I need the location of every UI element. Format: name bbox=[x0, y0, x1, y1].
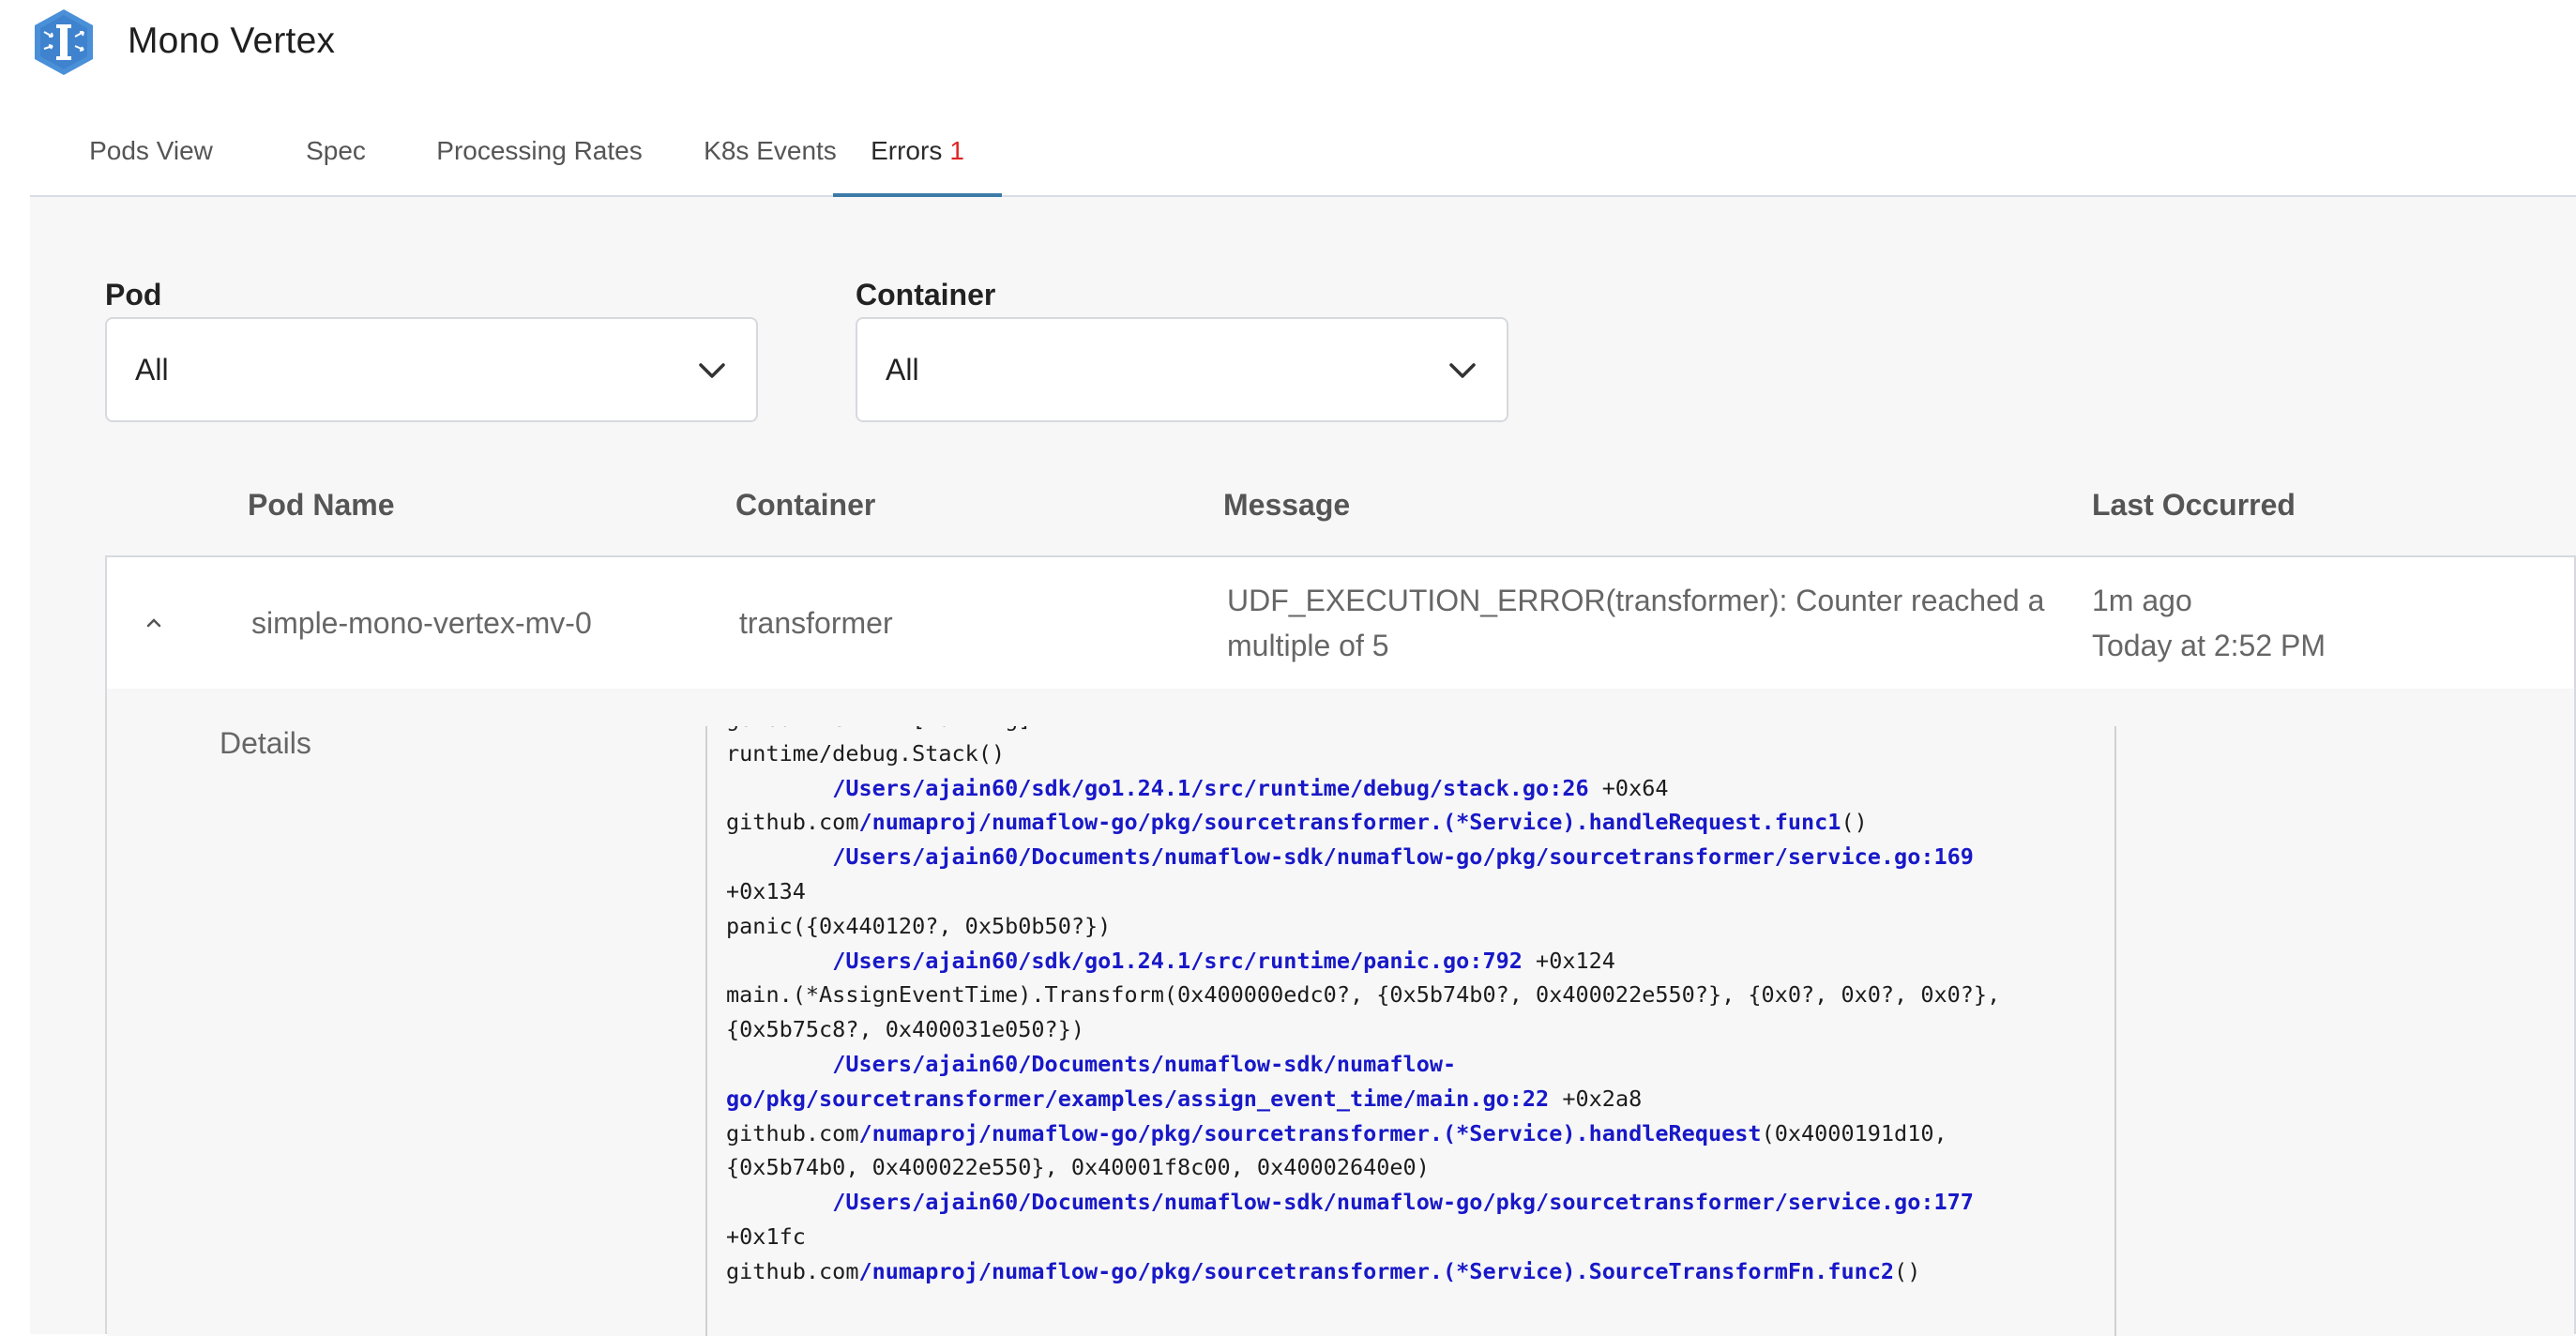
details-label: Details bbox=[220, 726, 311, 760]
column-header-last-occurred[interactable]: Last Occurred bbox=[2092, 488, 2296, 523]
trace-link[interactable]: /Users/ajain60/Documents/numaflow-sdk/nu… bbox=[832, 843, 1974, 870]
message-line: multiple of 5 bbox=[1227, 629, 1389, 662]
container-cell: transformer bbox=[739, 606, 893, 640]
trace-text: +0x1fc bbox=[726, 1222, 806, 1250]
table-row: simple-mono-vertex-mv-0 transformer UDF_… bbox=[105, 555, 2576, 1336]
message-cell: UDF_EXECUTION_ERROR(transformer): Counte… bbox=[1227, 578, 2044, 668]
table-row-summary[interactable]: simple-mono-vertex-mv-0 transformer UDF_… bbox=[107, 557, 2574, 689]
message-line: UDF_EXECUTION_ERROR(transformer): Counte… bbox=[1227, 584, 2045, 617]
container-select-value: All bbox=[886, 353, 919, 387]
row-details: Details goroutine 117 [running]: runtime… bbox=[107, 689, 2574, 1336]
errors-panel: Pod All Container All Pod Name Container… bbox=[30, 197, 2576, 1336]
tab-label: Processing Rates bbox=[436, 136, 643, 165]
trace-text: github.com bbox=[726, 1257, 859, 1284]
trace-text: runtime/debug.Stack() bbox=[726, 739, 1006, 767]
trace-text: +0x64 bbox=[1588, 774, 1669, 801]
column-header-container[interactable]: Container bbox=[735, 488, 875, 523]
last-occurred-absolute: Today at 2:52 PM bbox=[2092, 629, 2326, 662]
trace-text: +0x124 bbox=[1522, 947, 1615, 974]
trace-link[interactable]: /numaproj/numaflow-go/pkg/sourcetransfor… bbox=[858, 1120, 1761, 1146]
tab-label: Errors bbox=[871, 136, 943, 165]
stack-trace-text: goroutine 117 [running]: runtime/debug.S… bbox=[726, 726, 2000, 1289]
stack-trace-box[interactable]: goroutine 117 [running]: runtime/debug.S… bbox=[705, 726, 2116, 1336]
pod-select-value: All bbox=[135, 353, 169, 387]
last-occurred-cell: 1m ago Today at 2:52 PM bbox=[2092, 578, 2326, 668]
trace-link[interactable]: /Users/ajain60/sdk/go1.24.1/src/runtime/… bbox=[832, 948, 1523, 974]
trace-link[interactable]: /numaproj/numaflow-go/pkg/sourcetransfor… bbox=[858, 1258, 1894, 1284]
trace-link[interactable]: /Users/ajain60/Documents/numaflow-sdk/nu… bbox=[832, 1189, 1974, 1215]
trace-text: github.com bbox=[726, 1119, 859, 1146]
trace-text bbox=[726, 948, 832, 974]
trace-text: +0x2a8 bbox=[1549, 1085, 1643, 1112]
tab-label: Pods View bbox=[89, 136, 213, 165]
trace-text: () bbox=[1841, 809, 1868, 836]
chevron-up-icon[interactable] bbox=[141, 610, 167, 636]
trace-link[interactable]: /numaproj/numaflow-go/pkg/sourcetransfor… bbox=[858, 809, 1841, 835]
trace-text: (0x4000191d10, bbox=[1761, 1119, 1947, 1146]
last-occurred-relative: 1m ago bbox=[2092, 584, 2192, 617]
trace-text: main.(*AssignEventTime).Transform(0x4000… bbox=[726, 981, 2001, 1009]
page-title: Mono Vertex bbox=[128, 21, 336, 61]
tab-errors[interactable]: Errors 1 bbox=[833, 114, 1002, 197]
column-header-pod-name[interactable]: Pod Name bbox=[248, 488, 394, 523]
error-count-badge: 1 bbox=[949, 136, 964, 165]
tab-spec[interactable]: Spec bbox=[259, 114, 413, 195]
trace-text: panic({0x440120?, 0x5b0b50?}) bbox=[726, 912, 1112, 939]
trace-text: +0x134 bbox=[726, 877, 806, 904]
numaflow-hex-logo-icon bbox=[35, 9, 93, 75]
trace-text: github.com bbox=[726, 809, 859, 836]
trace-link[interactable]: /Users/ajain60/sdk/go1.24.1/src/runtime/… bbox=[832, 775, 1588, 801]
tab-label: K8s Events bbox=[704, 136, 837, 165]
trace-text: () bbox=[1894, 1257, 1921, 1284]
trace-text bbox=[726, 1189, 832, 1215]
container-filter-label: Container bbox=[856, 278, 996, 311]
chevron-down-icon bbox=[1449, 363, 1476, 378]
column-header-message[interactable]: Message bbox=[1223, 488, 1350, 523]
trace-text: goroutine 117 [running]: bbox=[726, 726, 1045, 732]
app-header: Mono Vertex bbox=[0, 0, 2576, 84]
pod-filter-label: Pod bbox=[105, 278, 162, 311]
trace-text: {0x5b74b0, 0x400022e550}, 0x40001f8c00, … bbox=[726, 1154, 1430, 1181]
tab-pods-view[interactable]: Pods View bbox=[60, 114, 242, 195]
trace-link[interactable]: go/pkg/sourcetransformer/examples/assign… bbox=[726, 1086, 1549, 1112]
trace-text bbox=[726, 843, 832, 870]
tab-bar: Pods View Spec Processing Rates K8s Even… bbox=[30, 114, 2576, 197]
trace-text bbox=[726, 1051, 832, 1077]
trace-text bbox=[726, 775, 832, 801]
trace-link[interactable]: /Users/ajain60/Documents/numaflow-sdk/nu… bbox=[832, 1051, 1456, 1077]
chevron-down-icon bbox=[699, 363, 725, 378]
container-select[interactable]: All bbox=[856, 317, 1508, 422]
tab-processing-rates[interactable]: Processing Rates bbox=[403, 114, 675, 195]
tab-label: Spec bbox=[306, 136, 366, 165]
trace-text: {0x5b75c8?, 0x400031e050?}) bbox=[726, 1016, 1085, 1043]
pod-name-cell: simple-mono-vertex-mv-0 bbox=[251, 606, 592, 640]
pod-select[interactable]: All bbox=[105, 317, 758, 422]
